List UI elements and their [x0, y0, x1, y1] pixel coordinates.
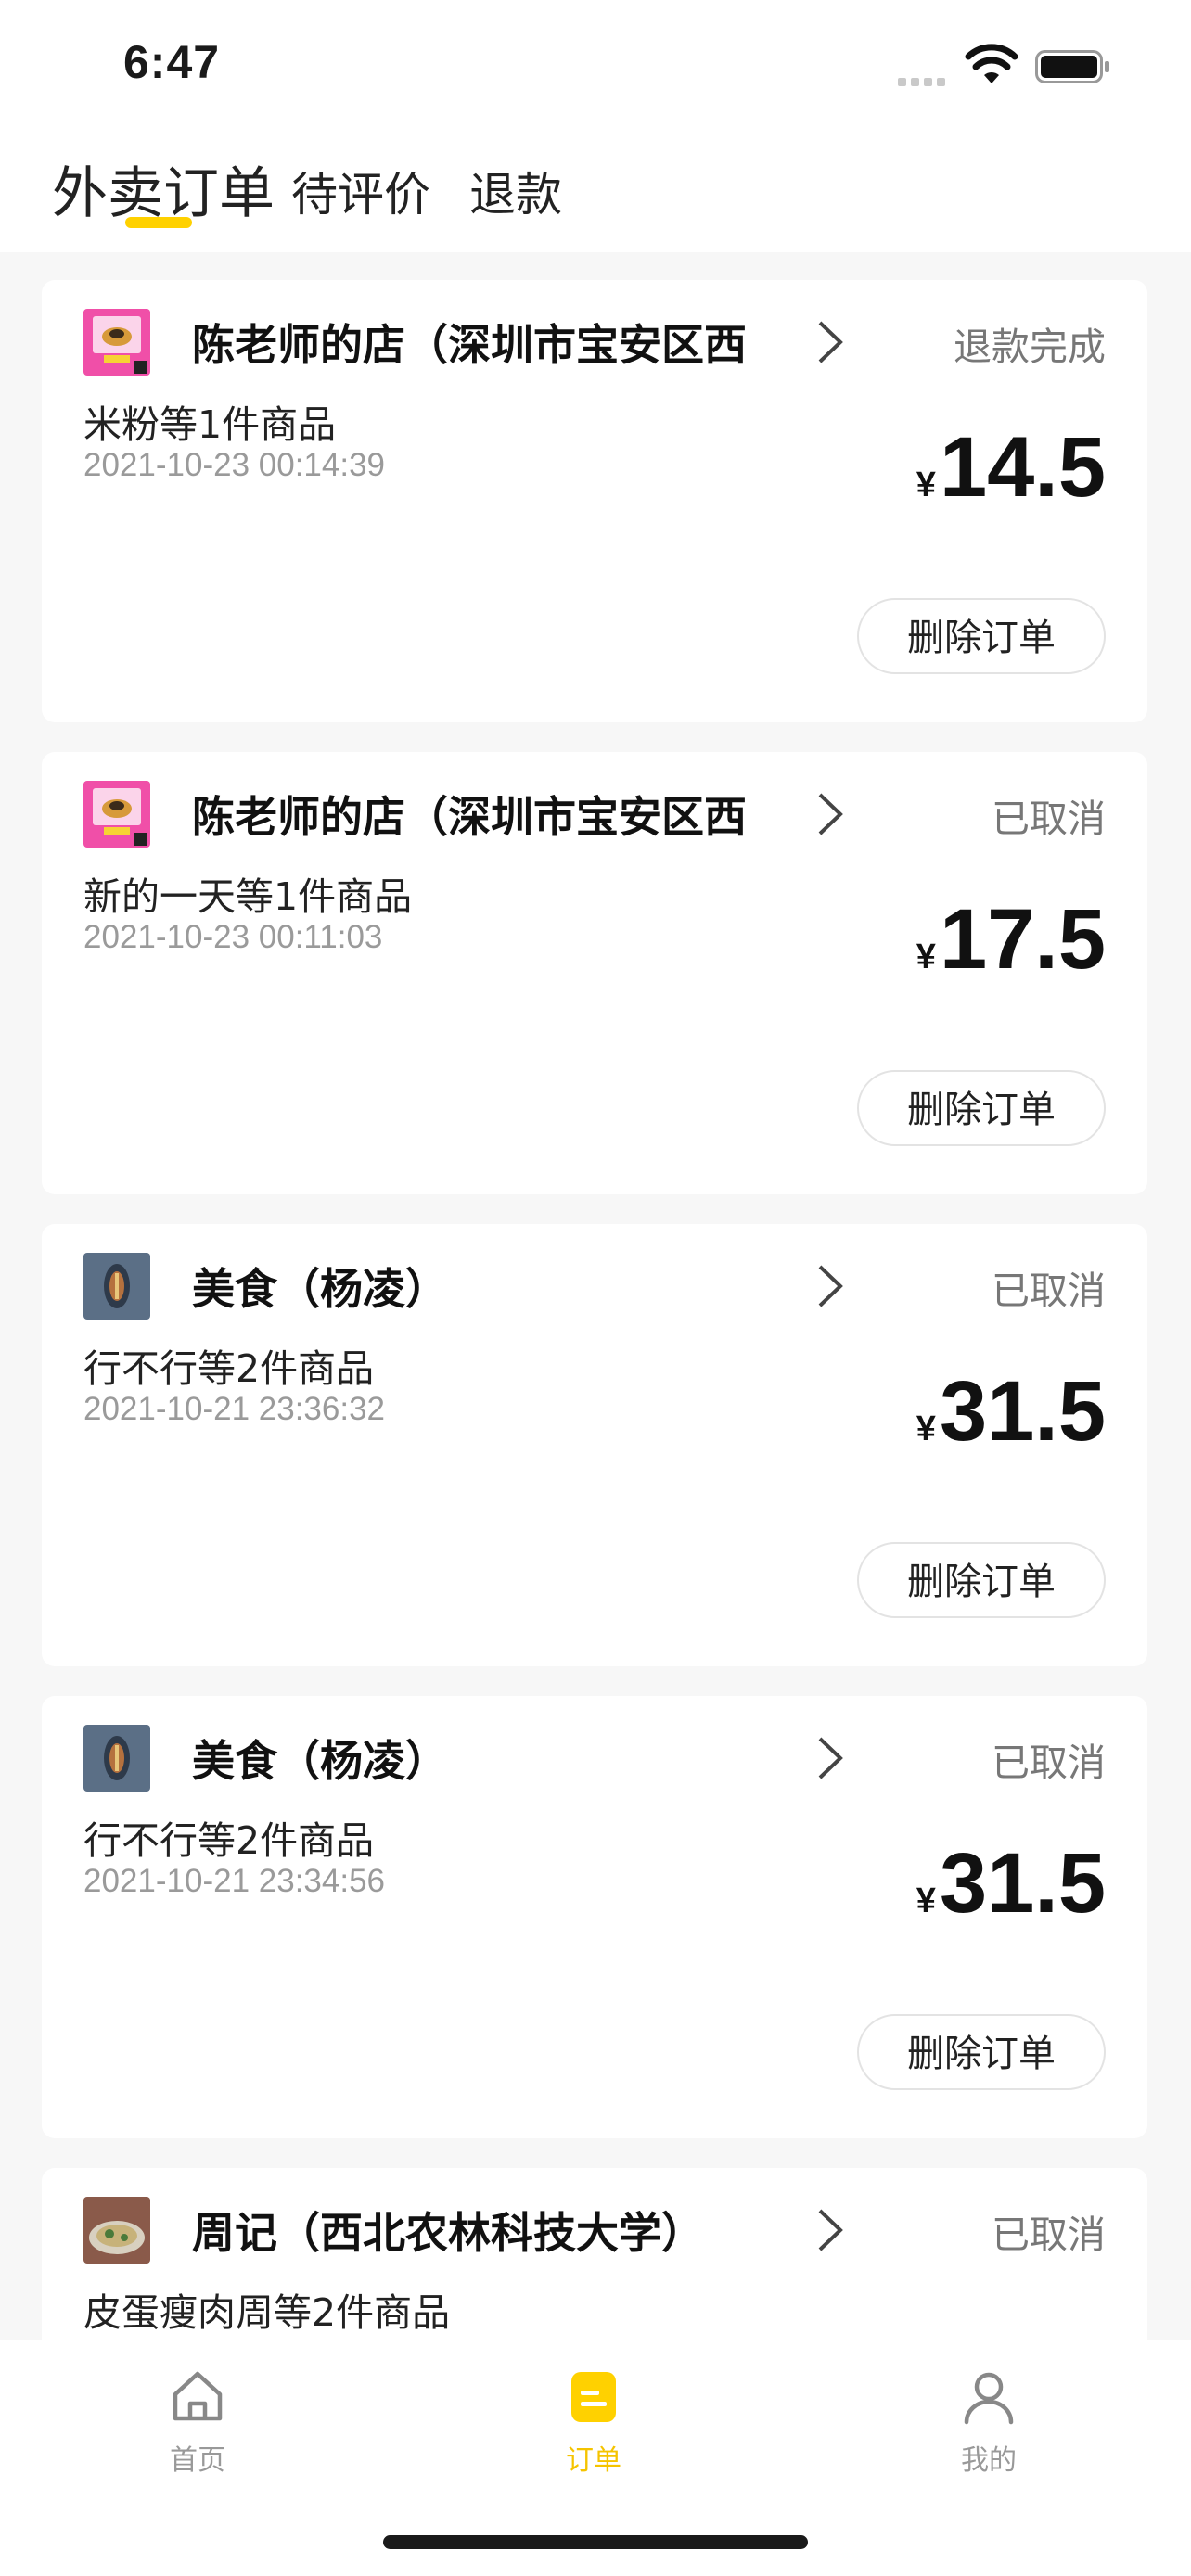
active-tab-indicator: [125, 217, 192, 228]
price-value: 17.5: [939, 892, 1106, 987]
bottom-nav: 首页 订单 我的: [0, 2340, 1191, 2576]
shop-name[interactable]: 周记（西北农林科技大学）: [192, 2200, 704, 2261]
order-items-summary: 皮蛋瘦肉周等2件商品: [83, 2290, 451, 2335]
price-value: 31.5: [939, 1836, 1106, 1931]
shop-name[interactable]: 美食（杨凌）: [192, 1728, 448, 1789]
delete-order-button[interactable]: 删除订单: [857, 1070, 1106, 1146]
order-price: ¥17.5: [916, 891, 1106, 988]
header-tabs: 外卖订单 待评价 退款: [0, 139, 1191, 252]
tab-pending-review[interactable]: 待评价: [291, 158, 430, 224]
order-card[interactable]: 陈老师的店（深圳市宝安区西 退款完成 米粉等1件商品 2021-10-23 00…: [42, 280, 1147, 722]
tab-refund[interactable]: 退款: [469, 158, 562, 224]
shop-thumbnail: [83, 781, 150, 848]
order-datetime: 2021-10-23 00:11:03: [83, 919, 383, 955]
profile-icon: [964, 2372, 1014, 2425]
home-icon: [173, 2371, 223, 2421]
nav-label-home: 首页: [170, 2444, 225, 2477]
nav-profile[interactable]: 我的: [896, 2366, 1082, 2478]
orders-icon: [571, 2372, 616, 2422]
status-time: 6:47: [123, 36, 221, 88]
nav-label-profile: 我的: [961, 2444, 1017, 2477]
order-card[interactable]: 美食（杨凌） 已取消 行不行等2件商品 2021-10-21 23:36:32 …: [42, 1224, 1147, 1666]
order-price: ¥31.5: [916, 1835, 1106, 1932]
chevron-right-icon[interactable]: [814, 791, 846, 837]
delete-order-button[interactable]: 删除订单: [857, 598, 1106, 674]
order-datetime: 2021-10-21 23:34:56: [83, 1863, 385, 1899]
shop-thumbnail: [83, 309, 150, 376]
order-status: 已取消: [992, 797, 1106, 841]
order-price: ¥31.5: [916, 1363, 1106, 1460]
order-card[interactable]: 美食（杨凌） 已取消 行不行等2件商品 2021-10-21 23:34:56 …: [42, 1696, 1147, 2138]
delete-order-button[interactable]: 删除订单: [857, 1542, 1106, 1618]
shop-name[interactable]: 陈老师的店（深圳市宝安区西: [192, 784, 747, 845]
delete-order-button[interactable]: 删除订单: [857, 2014, 1106, 2090]
order-items-summary: 行不行等2件商品: [83, 1346, 375, 1391]
shop-name[interactable]: 美食（杨凌）: [192, 1256, 448, 1317]
order-status: 退款完成: [954, 325, 1106, 369]
order-status: 已取消: [992, 1269, 1106, 1313]
currency-symbol: ¥: [916, 937, 936, 976]
order-status: 已取消: [992, 2213, 1106, 2257]
shop-name[interactable]: 陈老师的店（深圳市宝安区西: [192, 312, 747, 373]
order-card[interactable]: 周记（西北农林科技大学） 已取消 皮蛋瘦肉周等2件商品: [42, 2168, 1147, 2353]
shop-thumbnail: [83, 1725, 150, 1792]
order-items-summary: 行不行等2件商品: [83, 1818, 375, 1863]
price-value: 31.5: [939, 1364, 1106, 1459]
signal-icon: [898, 72, 950, 90]
currency-symbol: ¥: [916, 1409, 936, 1448]
currency-symbol: ¥: [916, 1881, 936, 1920]
order-items-summary: 新的一天等1件商品: [83, 874, 413, 919]
chevron-right-icon[interactable]: [814, 1735, 846, 1781]
nav-home[interactable]: 首页: [105, 2366, 290, 2478]
shop-thumbnail: [83, 2197, 150, 2264]
battery-icon: [1035, 50, 1109, 83]
chevron-right-icon[interactable]: [814, 319, 846, 365]
chevron-right-icon[interactable]: [814, 2207, 846, 2253]
order-items-summary: 米粉等1件商品: [83, 402, 337, 447]
price-value: 14.5: [939, 420, 1106, 515]
currency-symbol: ¥: [916, 465, 936, 504]
order-datetime: 2021-10-23 00:14:39: [83, 447, 385, 483]
order-price: ¥14.5: [916, 419, 1106, 516]
order-card[interactable]: 陈老师的店（深圳市宝安区西 已取消 新的一天等1件商品 2021-10-23 0…: [42, 752, 1147, 1194]
order-datetime: 2021-10-21 23:36:32: [83, 1391, 385, 1427]
order-status: 已取消: [992, 1741, 1106, 1785]
nav-orders[interactable]: 订单: [501, 2366, 686, 2478]
shop-thumbnail: [83, 1253, 150, 1320]
wifi-icon: [965, 44, 1018, 83]
home-indicator: [383, 2535, 808, 2549]
chevron-right-icon[interactable]: [814, 1263, 846, 1309]
nav-label-orders: 订单: [566, 2444, 621, 2477]
status-bar: 6:47: [0, 0, 1191, 139]
